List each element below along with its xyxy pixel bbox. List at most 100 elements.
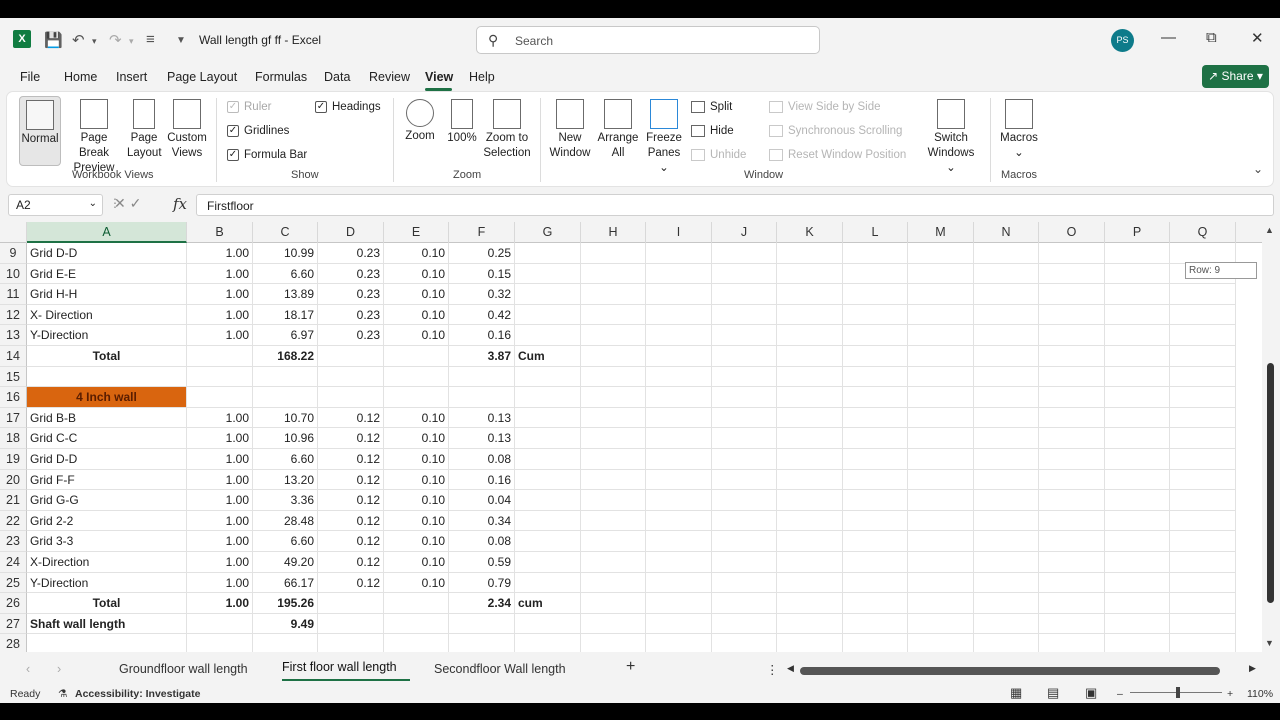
cell-c26[interactable]: 195.26 xyxy=(253,593,318,614)
cell-a13[interactable]: Y-Direction xyxy=(27,325,187,346)
ribbon-collapse-icon[interactable]: ⌄ xyxy=(1253,162,1263,176)
empty-cell[interactable] xyxy=(908,469,974,491)
row-header[interactable]: 23 xyxy=(0,531,27,552)
empty-cell[interactable] xyxy=(1170,304,1236,326)
empty-cell[interactable] xyxy=(843,346,908,367)
empty-cell[interactable] xyxy=(1039,634,1105,652)
empty-cell[interactable] xyxy=(581,469,646,491)
cell-g21[interactable] xyxy=(515,490,581,511)
new-window-button[interactable]: New Window xyxy=(547,99,593,161)
empty-cell[interactable] xyxy=(581,572,646,594)
tab-insert[interactable]: Insert xyxy=(116,70,147,84)
empty-cell[interactable] xyxy=(974,593,1039,614)
row-header[interactable]: 19 xyxy=(0,449,27,470)
empty-cell[interactable] xyxy=(1105,407,1170,429)
cell-f24[interactable]: 0.59 xyxy=(449,552,515,573)
empty-cell[interactable] xyxy=(974,243,1039,264)
cell-b26[interactable]: 1.00 xyxy=(187,593,253,614)
zoom-to-selection-button[interactable]: Zoom to Selection xyxy=(481,99,533,161)
empty-cell[interactable] xyxy=(712,552,777,573)
empty-cell[interactable] xyxy=(712,469,777,491)
view-side-by-side-button[interactable]: View Side by Side xyxy=(769,101,880,113)
empty-cell[interactable] xyxy=(1039,510,1105,532)
zoom-level[interactable]: 110% xyxy=(1247,688,1273,700)
cell-a21[interactable]: Grid G-G xyxy=(27,490,187,511)
tab-file[interactable]: File xyxy=(20,70,40,84)
empty-cell[interactable] xyxy=(646,531,712,552)
column-header-k[interactable]: K xyxy=(777,222,843,243)
empty-cell[interactable] xyxy=(646,346,712,367)
empty-cell[interactable] xyxy=(1105,366,1170,388)
cell-d12[interactable]: 0.23 xyxy=(318,304,384,326)
empty-cell[interactable] xyxy=(1105,531,1170,552)
empty-cell[interactable] xyxy=(1170,243,1236,264)
cell-g20[interactable] xyxy=(515,469,581,491)
empty-cell[interactable] xyxy=(843,469,908,491)
gridlines-checkbox[interactable]: ✓ Gridlines xyxy=(227,125,289,137)
empty-cell[interactable] xyxy=(777,531,843,552)
cell-c20[interactable]: 13.20 xyxy=(253,469,318,491)
empty-cell[interactable] xyxy=(974,552,1039,573)
empty-cell[interactable] xyxy=(646,510,712,532)
cell-a24[interactable]: X-Direction xyxy=(27,552,187,573)
cell-g19[interactable] xyxy=(515,449,581,470)
cell-b17[interactable]: 1.00 xyxy=(187,407,253,429)
normal-view-status-icon[interactable]: ▦ xyxy=(1010,685,1022,701)
empty-cell[interactable] xyxy=(1039,552,1105,573)
empty-cell[interactable] xyxy=(908,387,974,408)
cell-g14[interactable]: Cum xyxy=(515,346,581,367)
search-box[interactable]: ⚲ Search xyxy=(476,26,820,54)
empty-cell[interactable] xyxy=(1039,366,1105,388)
cell-a26[interactable]: Total xyxy=(27,593,187,614)
empty-cell[interactable] xyxy=(843,387,908,408)
empty-cell[interactable] xyxy=(908,531,974,552)
empty-cell[interactable] xyxy=(581,510,646,532)
cell-d23[interactable]: 0.12 xyxy=(318,531,384,552)
empty-cell[interactable] xyxy=(646,284,712,305)
cell-b21[interactable]: 1.00 xyxy=(187,490,253,511)
empty-cell[interactable] xyxy=(908,263,974,285)
empty-cell[interactable] xyxy=(843,449,908,470)
cell-a11[interactable]: Grid H-H xyxy=(27,284,187,305)
tab-home[interactable]: Home xyxy=(64,70,97,84)
empty-cell[interactable] xyxy=(581,366,646,388)
empty-cell[interactable] xyxy=(1039,346,1105,367)
column-header-g[interactable]: G xyxy=(515,222,581,243)
empty-cell[interactable] xyxy=(646,263,712,285)
row-header[interactable]: 25 xyxy=(0,572,27,594)
empty-cell[interactable] xyxy=(581,634,646,652)
cell-f9[interactable]: 0.25 xyxy=(449,243,515,264)
empty-cell[interactable] xyxy=(1105,634,1170,652)
empty-cell[interactable] xyxy=(908,325,974,346)
cell-e16[interactable] xyxy=(384,387,449,408)
cell-e9[interactable]: 0.10 xyxy=(384,243,449,264)
empty-cell[interactable] xyxy=(777,263,843,285)
empty-cell[interactable] xyxy=(1170,325,1236,346)
normal-view-button[interactable]: Normal xyxy=(19,96,61,166)
customize-toolbar-icon[interactable]: ▼ xyxy=(176,35,186,46)
cell-a15[interactable] xyxy=(27,366,187,388)
cell-b19[interactable]: 1.00 xyxy=(187,449,253,470)
empty-cell[interactable] xyxy=(581,449,646,470)
zoom-out-icon[interactable]: – xyxy=(1117,688,1123,700)
cell-d19[interactable]: 0.12 xyxy=(318,449,384,470)
row-header[interactable]: 26 xyxy=(0,593,27,614)
empty-cell[interactable] xyxy=(908,304,974,326)
empty-cell[interactable] xyxy=(843,552,908,573)
empty-cell[interactable] xyxy=(581,263,646,285)
empty-cell[interactable] xyxy=(974,449,1039,470)
cell-f15[interactable] xyxy=(449,366,515,388)
column-header-j[interactable]: J xyxy=(712,222,777,243)
cell-d13[interactable]: 0.23 xyxy=(318,325,384,346)
cell-d26[interactable] xyxy=(318,593,384,614)
empty-cell[interactable] xyxy=(1105,263,1170,285)
cell-g12[interactable] xyxy=(515,304,581,326)
cell-d16[interactable] xyxy=(318,387,384,408)
cell-g9[interactable] xyxy=(515,243,581,264)
cell-e18[interactable]: 0.10 xyxy=(384,428,449,449)
empty-cell[interactable] xyxy=(1170,449,1236,470)
tab-view[interactable]: View xyxy=(425,70,453,84)
empty-cell[interactable] xyxy=(712,346,777,367)
column-header-b[interactable]: B xyxy=(187,222,253,243)
cell-c28[interactable] xyxy=(253,634,318,652)
